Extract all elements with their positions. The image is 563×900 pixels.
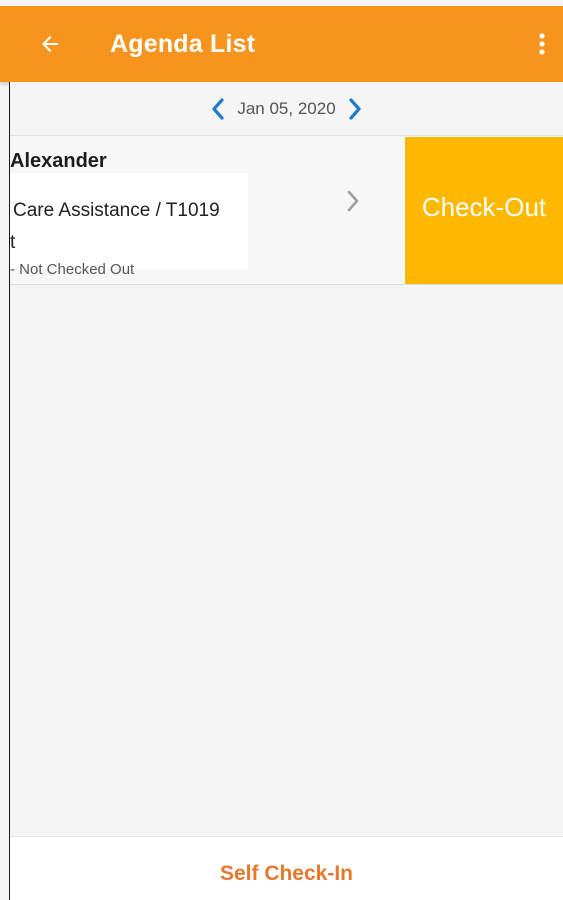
agenda-list-item[interactable]: Alexander Care Assistance / T1019 t - No… (10, 137, 563, 285)
check-out-button[interactable]: Check-Out (405, 137, 563, 284)
chevron-right-icon (349, 97, 361, 120)
app-bar: Agenda List (0, 6, 563, 82)
arrow-left-icon (42, 36, 58, 52)
chevron-right-icon (347, 190, 359, 212)
self-check-in-button[interactable]: Self Check-In (220, 862, 353, 886)
item-detail-line: t (10, 232, 16, 253)
next-day-button[interactable] (346, 97, 364, 121)
back-button[interactable] (30, 24, 70, 64)
agenda-item-details[interactable]: Alexander Care Assistance / T1019 t - No… (10, 137, 405, 284)
current-date: Jan 05, 2020 (237, 98, 336, 118)
previous-day-button[interactable] (209, 97, 227, 121)
overflow-menu-button[interactable] (527, 24, 557, 64)
chevron-left-icon (212, 97, 224, 120)
page-title: Agenda List (110, 30, 256, 58)
left-edge-divider (9, 82, 10, 900)
item-open-chevron[interactable] (342, 187, 364, 215)
date-navigation: Jan 05, 2020 (10, 82, 563, 136)
service-description: Care Assistance / T1019 (13, 200, 220, 221)
screen: Agenda List Jan 05, 2020 Alexander Care … (0, 0, 563, 900)
visit-status: - Not Checked Out (10, 261, 135, 278)
footer-bar: Self Check-In (10, 836, 563, 900)
client-name: Alexander (10, 150, 107, 172)
more-vertical-icon (539, 33, 545, 55)
